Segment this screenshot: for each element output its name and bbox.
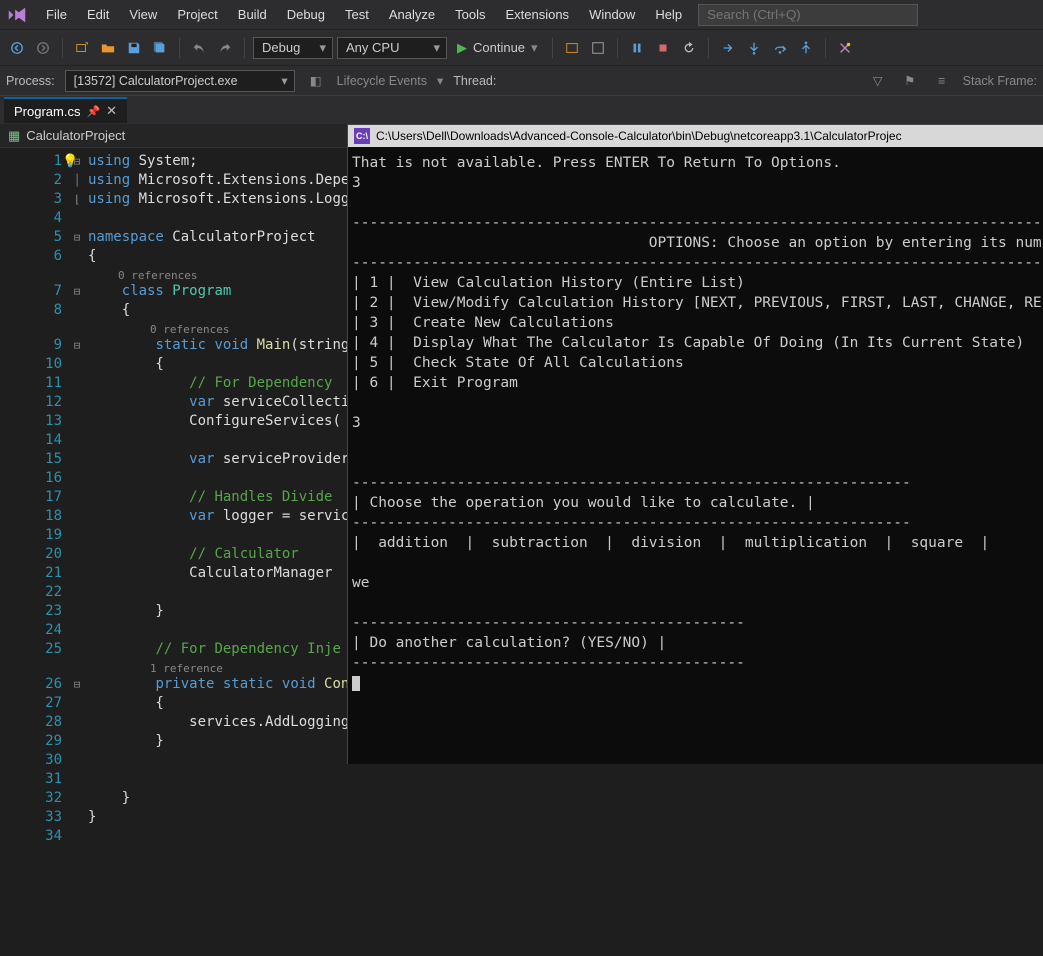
filter-icon[interactable]: ▽ [867, 70, 889, 92]
step-into-icon[interactable] [743, 37, 765, 59]
line-number-gutter: 1234567891011121314151617181920212223242… [0, 148, 70, 956]
open-folder-icon[interactable] [97, 37, 119, 59]
menu-test[interactable]: Test [335, 0, 379, 30]
redo-icon[interactable] [214, 37, 236, 59]
nav-fwd-icon[interactable] [32, 37, 54, 59]
thread-label: Thread: [453, 74, 496, 88]
debug-location-toolbar: Process: [13572] CalculatorProject.exe ◧… [0, 66, 1043, 96]
sep [708, 38, 709, 58]
main-toolbar: Debug Any CPU ▶ Continue ▾ [0, 30, 1043, 66]
menu-edit[interactable]: Edit [77, 0, 119, 30]
tab-filename: Program.cs [14, 104, 80, 119]
lightbulb-icon[interactable]: 💡 [62, 152, 78, 171]
breadcrumb-project: CalculatorProject [26, 128, 125, 143]
step-over-icon[interactable] [769, 37, 791, 59]
restart-icon[interactable] [678, 37, 700, 59]
stackframe-label: Stack Frame: [963, 74, 1037, 88]
toolbar-misc1-icon[interactable] [561, 37, 583, 59]
menu-file[interactable]: File [36, 0, 77, 30]
console-window[interactable]: C:\ C:\Users\Dell\Downloads\Advanced-Con… [347, 124, 1043, 764]
pause-icon[interactable] [626, 37, 648, 59]
fold-column[interactable]: ⊟│⌊⊟⊟⊟⊟ [70, 148, 84, 956]
menu-build[interactable]: Build [228, 0, 277, 30]
document-tab-row: Program.cs 📌 ✕ [0, 96, 1043, 124]
toolbar-fx-icon[interactable] [834, 37, 856, 59]
menu-help[interactable]: Help [645, 0, 692, 30]
continue-button[interactable]: ▶ Continue ▾ [451, 36, 544, 60]
console-title-path: C:\Users\Dell\Downloads\Advanced-Console… [376, 126, 902, 146]
step-next-stmt-icon[interactable] [717, 37, 739, 59]
undo-icon[interactable] [188, 37, 210, 59]
toolbar-misc2-icon[interactable] [587, 37, 609, 59]
lifecycle-label: Lifecycle Events [337, 74, 427, 88]
flag-icon[interactable]: ⚑ [899, 70, 921, 92]
sep [62, 38, 63, 58]
save-icon[interactable] [123, 37, 145, 59]
stop-icon[interactable] [652, 37, 674, 59]
menu-analyze[interactable]: Analyze [379, 0, 445, 30]
sep [552, 38, 553, 58]
console-app-icon: C:\ [354, 128, 370, 144]
console-cursor [352, 676, 360, 691]
step-out-icon[interactable] [795, 37, 817, 59]
menu-view[interactable]: View [119, 0, 167, 30]
vs-logo-icon [6, 4, 28, 26]
save-all-icon[interactable] [149, 37, 171, 59]
csproj-icon: ▦ [8, 128, 20, 144]
process-label: Process: [6, 74, 55, 88]
menubar: File Edit View Project Build Debug Test … [0, 0, 1043, 30]
pin-icon[interactable]: 📌 [86, 105, 100, 118]
close-icon[interactable]: ✕ [106, 103, 117, 119]
platform-dropdown[interactable]: Any CPU [337, 37, 447, 59]
menu-extensions[interactable]: Extensions [495, 0, 579, 30]
sep [617, 38, 618, 58]
console-output: That is not available. Press ENTER To Re… [348, 147, 1043, 699]
sep [179, 38, 180, 58]
play-icon: ▶ [457, 40, 467, 56]
new-item-icon[interactable] [71, 37, 93, 59]
threads-icon[interactable]: ≡ [931, 70, 953, 92]
console-titlebar[interactable]: C:\ C:\Users\Dell\Downloads\Advanced-Con… [348, 125, 1043, 147]
lifecycle-icon[interactable]: ◧ [305, 70, 327, 92]
menu-tools[interactable]: Tools [445, 0, 495, 30]
nav-back-icon[interactable] [6, 37, 28, 59]
menu-project[interactable]: Project [167, 0, 227, 30]
sep [825, 38, 826, 58]
config-dropdown[interactable]: Debug [253, 37, 333, 59]
menu-debug[interactable]: Debug [277, 0, 335, 30]
tab-program-cs[interactable]: Program.cs 📌 ✕ [4, 97, 127, 123]
sep [244, 38, 245, 58]
continue-label: Continue [473, 40, 525, 55]
code-area[interactable]: using System;using Microsoft.Extensions.… [84, 148, 349, 956]
process-dropdown[interactable]: [13572] CalculatorProject.exe [65, 70, 295, 92]
menu-window[interactable]: Window [579, 0, 645, 30]
quicklaunch-search[interactable] [698, 4, 918, 26]
